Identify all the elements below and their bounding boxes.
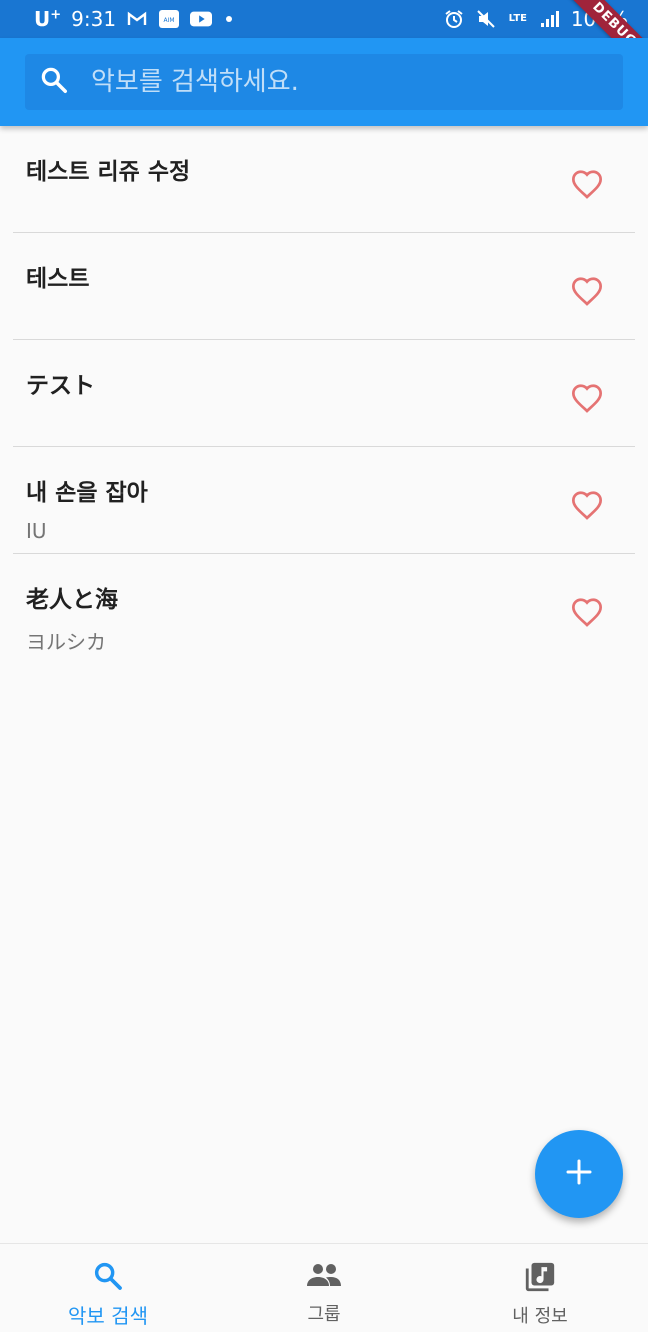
signal-icon — [539, 9, 561, 29]
nav-label: 내 정보 — [512, 1306, 568, 1327]
notification-dot-icon — [226, 16, 233, 22]
nav-label: 그룹 — [307, 1304, 341, 1325]
list-item[interactable]: テスト — [13, 340, 635, 447]
alarm-icon — [443, 9, 465, 29]
favorite-heart-icon[interactable] — [567, 271, 607, 311]
song-title: 내 손을 잡아 — [26, 480, 148, 506]
list-item[interactable]: 테스트 리쥬 수정 — [13, 126, 635, 233]
list-item[interactable]: 老人と海 ヨルシカ — [13, 554, 635, 661]
search-box[interactable] — [25, 54, 623, 110]
song-title: 테스트 리쥬 수정 — [26, 159, 191, 185]
song-list: 테스트 리쥬 수정 테스트 テスト 내 손을 잡아 IU 老人と海 ヨルシカ — [13, 126, 635, 661]
song-title: テスト — [26, 373, 95, 399]
app-bar — [0, 38, 648, 126]
music-library-icon — [523, 1260, 557, 1298]
aim-icon: AIM — [158, 9, 180, 29]
people-icon — [306, 1260, 342, 1296]
nav-item-group[interactable]: 그룹 — [216, 1244, 432, 1332]
song-artist: IU — [26, 519, 47, 543]
gmail-icon — [126, 9, 148, 29]
list-item[interactable]: 테스트 — [13, 233, 635, 340]
lte-icon: LTE — [508, 13, 527, 24]
nav-item-search[interactable]: 악보 검색 — [0, 1244, 216, 1332]
add-song-button[interactable] — [535, 1130, 623, 1218]
favorite-heart-icon[interactable] — [567, 485, 607, 525]
favorite-heart-icon[interactable] — [567, 164, 607, 204]
search-icon — [39, 65, 69, 99]
status-bar: U+ 9:31 AIM LTE 100% — [0, 0, 648, 38]
search-input[interactable] — [91, 62, 591, 102]
carrier-label: U+ — [34, 7, 62, 31]
status-time: 9:31 — [71, 7, 117, 31]
nav-item-my-info[interactable]: 내 정보 — [432, 1244, 648, 1332]
mute-icon — [475, 9, 497, 29]
song-title: 테스트 — [26, 266, 90, 292]
youtube-icon — [190, 9, 213, 29]
plus-icon — [566, 1159, 592, 1189]
song-artist: ヨルシカ — [26, 630, 106, 654]
svg-text:AIM: AIM — [164, 17, 175, 24]
status-left: U+ 9:31 AIM — [34, 7, 233, 31]
favorite-heart-icon[interactable] — [567, 592, 607, 632]
search-icon — [92, 1260, 124, 1296]
nav-label: 악보 검색 — [68, 1304, 148, 1328]
bottom-navigation: 악보 검색 그룹 내 정보 — [0, 1243, 648, 1332]
favorite-heart-icon[interactable] — [567, 378, 607, 418]
song-title: 老人と海 — [26, 587, 118, 613]
list-item[interactable]: 내 손을 잡아 IU — [13, 447, 635, 554]
